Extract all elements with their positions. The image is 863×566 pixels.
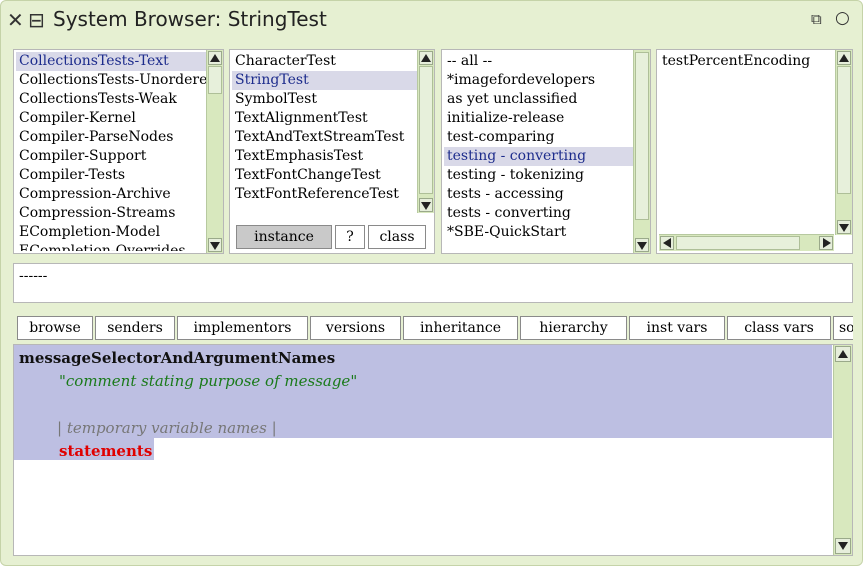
browser-toolbar: browse senders implementors versions inh…	[13, 316, 853, 342]
scroll-down-icon[interactable]	[835, 538, 851, 554]
inst-vars-button[interactable]: inst vars	[629, 316, 725, 340]
scroll-thumb[interactable]	[208, 66, 222, 94]
list-item[interactable]: TextFontChangeTest	[232, 166, 417, 185]
scroll-left-icon[interactable]	[660, 236, 674, 250]
list-item[interactable]: test-comparing	[444, 128, 633, 147]
scroll-right-icon[interactable]	[819, 236, 833, 250]
instance-button[interactable]: instance	[236, 225, 332, 249]
list-item[interactable]: StringTest	[232, 71, 417, 90]
scroll-up-icon[interactable]	[835, 346, 851, 362]
list-item[interactable]: Compiler-Support	[16, 147, 206, 166]
list-item[interactable]: testing - tokenizing	[444, 166, 633, 185]
code-scrollbar[interactable]	[833, 345, 852, 555]
list-item[interactable]: ECompletion-Overrides	[16, 242, 206, 251]
versions-button[interactable]: versions	[310, 316, 401, 340]
scroll-down-icon[interactable]	[635, 238, 649, 252]
list-item[interactable]: -- all --	[444, 52, 633, 71]
method-list-pane[interactable]: testPercentEncoding	[656, 49, 853, 254]
class-comment-button[interactable]: ?	[335, 225, 365, 249]
protocol-list[interactable]: -- all -- *imagefordevelopers as yet unc…	[444, 52, 633, 251]
package-list[interactable]: CollectionsTests-Text CollectionsTests-U…	[16, 52, 206, 251]
list-item[interactable]: Compression-Archive	[16, 185, 206, 204]
scroll-thumb[interactable]	[419, 66, 433, 194]
system-browser-window: ✕ ⊟ System Browser: StringTest ⧉ ○ Colle…	[0, 0, 863, 566]
inheritance-button[interactable]: inheritance	[403, 316, 518, 340]
list-item[interactable]: tests - accessing	[444, 185, 633, 204]
method-list[interactable]: testPercentEncoding	[659, 52, 835, 233]
scroll-down-icon[interactable]	[208, 238, 222, 252]
collapse-icon[interactable]: ⧉	[811, 10, 822, 28]
package-scrollbar[interactable]	[206, 50, 223, 253]
annotation-line: ------	[13, 263, 853, 303]
list-item[interactable]: SymbolTest	[232, 90, 417, 109]
list-item[interactable]: TextAndTextStreamTest	[232, 128, 417, 147]
source-button[interactable]: source	[833, 316, 853, 340]
code-statements: statements	[59, 442, 153, 460]
class-scrollbar[interactable]	[417, 50, 434, 213]
class-vars-button[interactable]: class vars	[727, 316, 831, 340]
method-hscrollbar[interactable]	[659, 234, 834, 251]
code-comment: "comment stating purpose of message"	[59, 372, 358, 390]
list-item[interactable]: *imagefordevelopers	[444, 71, 633, 90]
list-item[interactable]: testPercentEncoding	[659, 52, 835, 71]
list-item[interactable]: TextAlignmentTest	[232, 109, 417, 128]
package-list-pane[interactable]: CollectionsTests-Text CollectionsTests-U…	[13, 49, 224, 254]
hierarchy-button[interactable]: hierarchy	[520, 316, 627, 340]
class-button[interactable]: class	[368, 225, 426, 249]
list-item[interactable]: CollectionsTests-Text	[16, 52, 206, 71]
list-item[interactable]: CollectionsTests-Weak	[16, 90, 206, 109]
window-menu-icon[interactable]: ⊟	[28, 8, 45, 32]
expand-icon[interactable]: ○	[835, 8, 850, 28]
scroll-thumb[interactable]	[837, 66, 851, 194]
instance-class-switch: instance ? class	[233, 225, 431, 249]
scroll-thumb[interactable]	[635, 52, 649, 220]
close-icon[interactable]: ✕	[7, 8, 24, 32]
list-item[interactable]: Compiler-Kernel	[16, 109, 206, 128]
list-item[interactable]: Compression-Streams	[16, 204, 206, 223]
list-item[interactable]: as yet unclassified	[444, 90, 633, 109]
implementors-button[interactable]: implementors	[177, 316, 308, 340]
class-list-pane[interactable]: CharacterTest StringTest SymbolTest Text…	[229, 49, 435, 254]
list-item[interactable]: TextEmphasisTest	[232, 147, 417, 166]
browse-button[interactable]: browse	[17, 316, 93, 340]
list-item[interactable]: tests - converting	[444, 204, 633, 223]
scroll-thumb[interactable]	[676, 236, 800, 250]
code-editor[interactable]: messageSelectorAndArgumentNames "comment…	[14, 345, 832, 555]
list-item[interactable]: initialize-release	[444, 109, 633, 128]
scroll-down-icon[interactable]	[837, 220, 851, 234]
scroll-up-icon[interactable]	[837, 51, 851, 65]
list-item[interactable]: *SBE-QuickStart	[444, 223, 633, 242]
list-item[interactable]: Compiler-ParseNodes	[16, 128, 206, 147]
protocol-scrollbar[interactable]	[633, 50, 650, 253]
list-item[interactable]: CharacterTest	[232, 52, 417, 71]
scroll-up-icon[interactable]	[419, 51, 433, 65]
list-item[interactable]: Compiler-Tests	[16, 166, 206, 185]
scroll-up-icon[interactable]	[208, 51, 222, 65]
title-bar[interactable]: ✕ ⊟ System Browser: StringTest ⧉ ○	[1, 1, 862, 41]
list-item[interactable]: testing - converting	[444, 147, 633, 166]
code-temporaries: | temporary variable names |	[57, 419, 277, 437]
class-list[interactable]: CharacterTest StringTest SymbolTest Text…	[232, 52, 417, 211]
window-title: System Browser: StringTest	[53, 7, 327, 31]
senders-button[interactable]: senders	[95, 316, 175, 340]
code-selector: messageSelectorAndArgumentNames	[19, 349, 336, 367]
protocol-list-pane[interactable]: -- all -- *imagefordevelopers as yet unc…	[441, 49, 651, 254]
list-item[interactable]: TextFontReferenceTest	[232, 185, 417, 204]
scroll-down-icon[interactable]	[419, 198, 433, 212]
method-vscrollbar[interactable]	[835, 50, 852, 235]
list-item[interactable]: CollectionsTests-Unordered	[16, 71, 206, 90]
code-editor-pane[interactable]: messageSelectorAndArgumentNames "comment…	[13, 344, 853, 556]
list-item[interactable]: ECompletion-Model	[16, 223, 206, 242]
